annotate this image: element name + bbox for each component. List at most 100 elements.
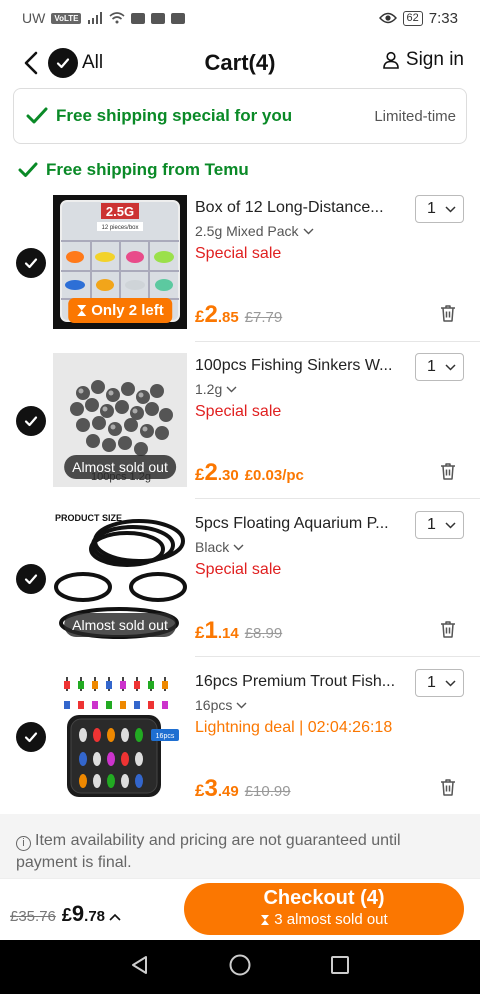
triangle-back-icon <box>131 955 147 974</box>
item-checkbox[interactable] <box>16 248 46 278</box>
product-title[interactable]: 5pcs Floating Aquarium P... <box>195 515 405 533</box>
carrier-label: UW <box>22 10 46 26</box>
stock-badge-text: Only 2 left <box>91 302 164 319</box>
nav-recents-button[interactable] <box>329 954 351 981</box>
variant-selector[interactable]: 1.2g <box>195 381 237 397</box>
variant-label: 1.2g <box>195 381 223 397</box>
quantity-selector[interactable]: 1 <box>415 353 464 381</box>
price-currency: £ <box>195 781 205 800</box>
quantity-selector[interactable]: 1 <box>415 195 464 223</box>
variant-selector[interactable]: Black <box>195 539 244 555</box>
original-price: £7.79 <box>244 309 283 326</box>
order-total[interactable]: £35.76 £ 9 .78 <box>10 901 121 927</box>
price-decimal: .14 <box>217 625 239 642</box>
product-title[interactable]: Box of 12 Long-Distance... <box>195 199 405 217</box>
price-currency: £ <box>195 307 205 326</box>
sale-tag: Special sale <box>195 561 282 578</box>
cart-item: PRODUCT SIZE Almost sold out 5pcs Floati… <box>0 511 480 669</box>
quantity-value: 1 <box>427 358 436 375</box>
checkout-button[interactable]: Checkout (4) 3 almost sold out <box>184 883 464 935</box>
user-icon <box>383 51 399 69</box>
quantity-value: 1 <box>427 674 436 691</box>
check-icon <box>24 574 38 585</box>
box-label: 2.5G <box>106 204 134 219</box>
sign-in-button[interactable]: Sign in <box>382 49 464 71</box>
checkout-subtitle-text: 3 almost sold out <box>274 911 388 928</box>
image-caption: PRODUCT SIZE <box>55 513 122 523</box>
product-title[interactable]: 100pcs Fishing Sinkers W... <box>195 357 405 375</box>
check-icon <box>24 258 38 269</box>
product-image[interactable]: 100pcs 1.2g Almost sold out <box>53 353 187 487</box>
eye-icon <box>378 12 397 24</box>
sale-tag: Special sale <box>195 245 282 262</box>
quantity-selector[interactable]: 1 <box>415 511 464 539</box>
hourglass-icon <box>261 914 270 925</box>
notification-icon <box>171 12 186 24</box>
battery-indicator: 62 <box>402 10 423 26</box>
lightning-deal-tag: Lightning deal | 02:04:26:18 <box>195 719 393 736</box>
info-icon: i <box>16 836 31 851</box>
total-decimal: .78 <box>84 908 106 925</box>
total-currency: £ <box>61 905 72 925</box>
chevron-down-icon <box>445 679 456 687</box>
price: £ 2 .30 £0.03/pc <box>195 459 304 487</box>
product-image[interactable]: 2.5G 12 pieces/box Only 2 left <box>53 195 187 329</box>
circle-home-icon <box>229 954 251 975</box>
limited-time-label: Limited-time <box>374 107 456 125</box>
product-image[interactable]: PRODUCT SIZE Almost sold out <box>53 511 187 645</box>
item-divider <box>195 498 480 499</box>
notification-icon <box>151 12 166 24</box>
chevron-up-icon[interactable] <box>109 913 121 921</box>
box-sublabel: 12 pieces/box <box>101 225 138 231</box>
cart-item: 16pcs 16pcs Premium Trout Fish... 16pcs … <box>0 669 480 827</box>
price-decimal: .30 <box>217 467 239 484</box>
sale-tag: Special sale <box>195 403 282 420</box>
chevron-down-icon <box>233 544 244 550</box>
unit-price: £0.03/pc <box>244 467 304 484</box>
stock-badge: Only 2 left <box>68 298 172 323</box>
trash-icon[interactable] <box>438 461 458 481</box>
product-title[interactable]: 16pcs Premium Trout Fish... <box>195 673 405 691</box>
item-checkbox[interactable] <box>16 406 46 436</box>
sign-in-label: Sign in <box>405 49 464 70</box>
status-bar: UW VoLTE 62 7:33 <box>0 0 480 36</box>
trash-icon[interactable] <box>438 777 458 797</box>
volte-badge: VoLTE <box>51 12 82 24</box>
back-arrow-icon[interactable] <box>18 48 46 78</box>
variant-selector[interactable]: 16pcs <box>195 697 247 713</box>
select-all-label[interactable]: All <box>82 52 103 74</box>
chevron-down-icon <box>236 702 247 708</box>
nav-home-button[interactable] <box>228 953 252 982</box>
quantity-selector[interactable]: 1 <box>415 669 464 697</box>
nav-back-button[interactable] <box>129 954 151 981</box>
cart-header: All Cart(4) Sign in <box>0 40 480 86</box>
price-currency: £ <box>195 465 205 484</box>
item-checkbox[interactable] <box>16 722 46 752</box>
shipping-section-heading: Free shipping from Temu <box>18 160 249 180</box>
stock-badge: Almost sold out <box>64 613 176 637</box>
variant-selector[interactable]: 2.5g Mixed Pack <box>195 223 314 239</box>
chevron-down-icon <box>445 521 456 529</box>
total-integer: 9 <box>71 901 85 926</box>
price-integer: 1 <box>204 617 218 644</box>
chevron-down-icon <box>303 228 313 234</box>
trash-icon[interactable] <box>438 303 458 323</box>
original-price: £8.99 <box>244 625 283 642</box>
chevron-down-icon <box>226 386 237 392</box>
product-image[interactable]: 16pcs <box>53 669 187 803</box>
hourglass-icon <box>77 305 87 316</box>
quantity-value: 1 <box>427 200 436 217</box>
image-caption: 16pcs <box>156 733 175 740</box>
item-checkbox[interactable] <box>16 564 46 594</box>
check-icon <box>56 58 70 69</box>
free-shipping-banner[interactable]: Free shipping special for you Limited-ti… <box>13 88 467 144</box>
item-divider <box>195 341 480 342</box>
variant-label: 2.5g Mixed Pack <box>195 223 299 239</box>
quantity-value: 1 <box>427 516 436 533</box>
trash-icon[interactable] <box>438 619 458 639</box>
price-currency: £ <box>195 623 205 642</box>
promo-text: Free shipping special for you <box>56 106 293 125</box>
select-all-checkbox[interactable] <box>48 48 78 78</box>
price: £ 1 .14 £8.99 <box>195 617 282 645</box>
wifi-icon <box>109 12 126 24</box>
